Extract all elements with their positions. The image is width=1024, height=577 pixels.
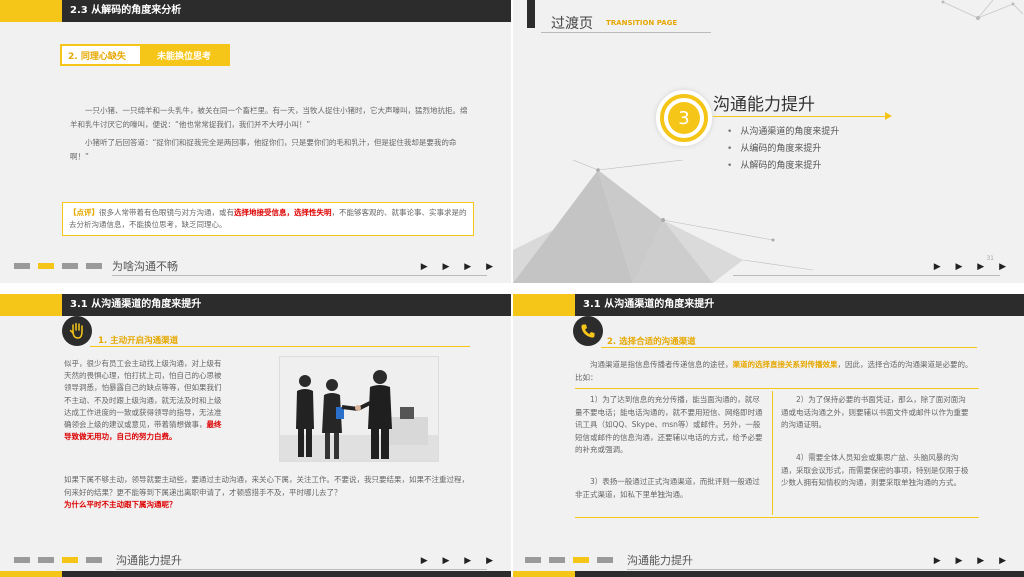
footer-square: [549, 557, 565, 563]
header-title: 2.3 从解码的角度来分析: [62, 0, 511, 22]
list-item[interactable]: 从编码的角度来提升: [740, 141, 839, 158]
bottom-text: 如果下属不够主动，领导就要主动些，要通过主动沟通，来关心下属，关注工作。不要说，…: [64, 475, 469, 497]
slide-transition[interactable]: 过渡页 TRANSITION PAGE 3 沟通能力提升 从沟通渠道的角度来提升…: [513, 0, 1024, 283]
intro-paragraph: 沟通渠道是指信息传播者传递信息的途径，渠道的选择直接关系到传播效果，因此，选择合…: [575, 358, 975, 384]
comment-label: 【点评】: [69, 208, 99, 217]
tip-text: 2）为了保持必要的书面凭证，那么，除了面对面沟通或电话沟通之外，则要辅以书面文件…: [781, 395, 969, 429]
comment-box: 【点评】很多人常带着有色眼镜与对方沟通，或有选择地接受信息，选择性失明，不能够客…: [62, 202, 474, 236]
slide-header: 3.1 从沟通渠道的角度来提升: [0, 294, 511, 316]
section-underline: [90, 346, 470, 347]
section-title: 2. 选择合适的沟通渠道: [607, 337, 696, 347]
footer-square: [86, 557, 102, 563]
column-divider: [772, 391, 773, 515]
next-slide-edge: [513, 571, 1024, 577]
transition-title: 过渡页: [551, 16, 593, 32]
intro-text-1: 沟通渠道是指信息传播者传递信息的途径，: [590, 360, 733, 369]
tag-right: 未能换位思考: [140, 46, 228, 64]
section-list: 从沟通渠道的角度来提升 从编码的角度来提升 从解码的角度来提升: [740, 124, 839, 175]
footer-square: [597, 557, 613, 563]
topic-tag: 2. 同理心缺失 未能换位思考: [60, 44, 230, 66]
slide-decoding-analysis[interactable]: 2.3 从解码的角度来分析 2. 同理心缺失 未能换位思考 一只小猪、一只绵羊和…: [0, 0, 511, 283]
tip-3: 3）表扬一般通过正式沟通渠道，而批评则一般通过非正式渠道，如私下里单独沟通。: [575, 476, 765, 501]
tip-text: 3）表扬一般通过正式沟通渠道，而批评则一般通过非正式渠道，如私下里单独沟通。: [575, 477, 760, 499]
comment-highlight: 选择地接受信息，选择性失明: [234, 208, 332, 217]
title-underline: [541, 32, 711, 33]
slide-header: 2.3 从解码的角度来分析: [0, 0, 511, 22]
bottom-highlight: 为什么平时不主动跟下属沟通呢？: [64, 500, 177, 509]
slide-header: 3.1 从沟通渠道的角度来提升: [513, 294, 1024, 316]
slide-choose-channel[interactable]: 3.1 从沟通渠道的角度来提升 2. 选择合适的沟通渠道 沟通渠道是指信息传播者…: [513, 294, 1024, 577]
footer-title: 沟通能力提升: [116, 554, 182, 567]
footer-square: [14, 263, 30, 269]
footer-title: 为啥沟通不畅: [112, 260, 178, 273]
title-arrow-line: [713, 116, 888, 117]
main-paragraph: 似乎，很少有员工会主动找上级沟通，对上级有天然的畏惧心理，怕打扰上司，怕自己的心…: [64, 358, 226, 443]
hand-icon: [62, 316, 92, 346]
tip-2: 2）为了保持必要的书面凭证，那么，除了面对面沟通或电话沟通之外，则要辅以书面文件…: [781, 394, 971, 432]
list-item[interactable]: 从解码的角度来提升: [740, 158, 839, 175]
business-handshake-photo: [279, 356, 439, 462]
corner-accent-icon: [527, 0, 535, 28]
story-paragraph-1: 一只小猪、一只绵羊和一头乳牛，被关在同一个畜栏里。有一天，当牧人捉住小猪时，它大…: [70, 106, 468, 129]
page-number: 31: [986, 255, 994, 262]
footer-line: [112, 275, 487, 276]
section-number-badge: 3: [660, 94, 708, 142]
header-accent: [0, 294, 62, 316]
list-item[interactable]: 从沟通渠道的角度来提升: [740, 124, 839, 141]
footer-square-active: [38, 263, 54, 269]
intro-highlight: 渠道的选择直接关系到传播效果: [732, 360, 838, 369]
footer-square-active: [573, 557, 589, 563]
tip-4: 4）需要全体人员知会或集思广益、头脑风暴的沟通，采取会议形式，而需要保密的事项，…: [781, 452, 971, 490]
header-title: 3.1 从沟通渠道的角度来提升: [62, 294, 511, 316]
comment-text-1: 很多人常带着有色眼镜与对方沟通，或有: [99, 208, 234, 217]
arrow-right-icon: [885, 112, 892, 120]
slide-footer: 为啥沟通不畅 ▶ ▶ ▶ ▶: [0, 253, 511, 283]
transition-subtitle: TRANSITION PAGE: [606, 19, 678, 27]
slide-open-channel[interactable]: 3.1 从沟通渠道的角度来提升 1. 主动开启沟通渠道 似乎，很少有员工会主动找…: [0, 294, 511, 577]
next-slide-edge: [0, 571, 511, 577]
arrow-icons: ▶ ▶ ▶ ▶: [933, 262, 1012, 272]
arrow-icons: ▶ ▶ ▶ ▶: [420, 262, 499, 272]
story-text: 一只小猪、一只绵羊和一头乳牛，被关在同一个畜栏里。有一天，当牧人捉住小猪时，它大…: [70, 104, 470, 168]
phone-icon: [573, 316, 603, 346]
tip-1: 1）为了达到信息的充分传播，能当面沟通的，就尽量不要电话；能电话沟通的，就不要用…: [575, 394, 765, 457]
bottom-paragraph: 如果下属不够主动，领导就要主动些，要通过主动沟通，来关心下属，关注工作。不要说，…: [64, 474, 469, 512]
footer-line: [733, 275, 1000, 276]
footer-title: 沟通能力提升: [627, 554, 693, 567]
tip-text: 4）需要全体人员知会或集思广益、头脑风暴的沟通，采取会议形式，而需要保密的事项，…: [781, 453, 969, 487]
section-number: 3: [668, 102, 700, 134]
footer-square: [14, 557, 30, 563]
network-deco-icon: [941, 0, 1023, 20]
footer-square: [62, 263, 78, 269]
tag-left: 2. 同理心缺失: [68, 51, 126, 62]
tip-text: 1）为了达到信息的充分传播，能当面沟通的，就尽量不要电话；能电话沟通的，就不要用…: [575, 395, 763, 454]
footer-square-active: [62, 557, 78, 563]
footer-line: [627, 569, 1000, 570]
story-paragraph-2: 小猪听了后回答道：“捉你们和捉我完全是两回事，他捉你们，只是要你们的毛和乳汁，但…: [70, 138, 457, 161]
header-accent: [513, 294, 575, 316]
section-title: 沟通能力提升: [713, 95, 815, 115]
header-title: 3.1 从沟通渠道的角度来提升: [575, 294, 1024, 316]
header-accent: [0, 0, 62, 22]
arrow-icons: ▶ ▶ ▶ ▶: [933, 556, 1012, 566]
footer-square: [86, 263, 102, 269]
arrow-icons: ▶ ▶ ▶ ▶: [420, 556, 499, 566]
section-underline: [601, 347, 977, 348]
main-text: 似乎，很少有员工会主动找上级沟通，对上级有天然的畏惧心理，怕打扰上司，怕自己的心…: [64, 359, 222, 430]
section-title: 1. 主动开启沟通渠道: [98, 336, 179, 346]
footer-line: [116, 569, 487, 570]
footer-square: [525, 557, 541, 563]
slide-footer: 31 ▶ ▶ ▶ ▶: [513, 253, 1024, 283]
footer-square: [38, 557, 54, 563]
